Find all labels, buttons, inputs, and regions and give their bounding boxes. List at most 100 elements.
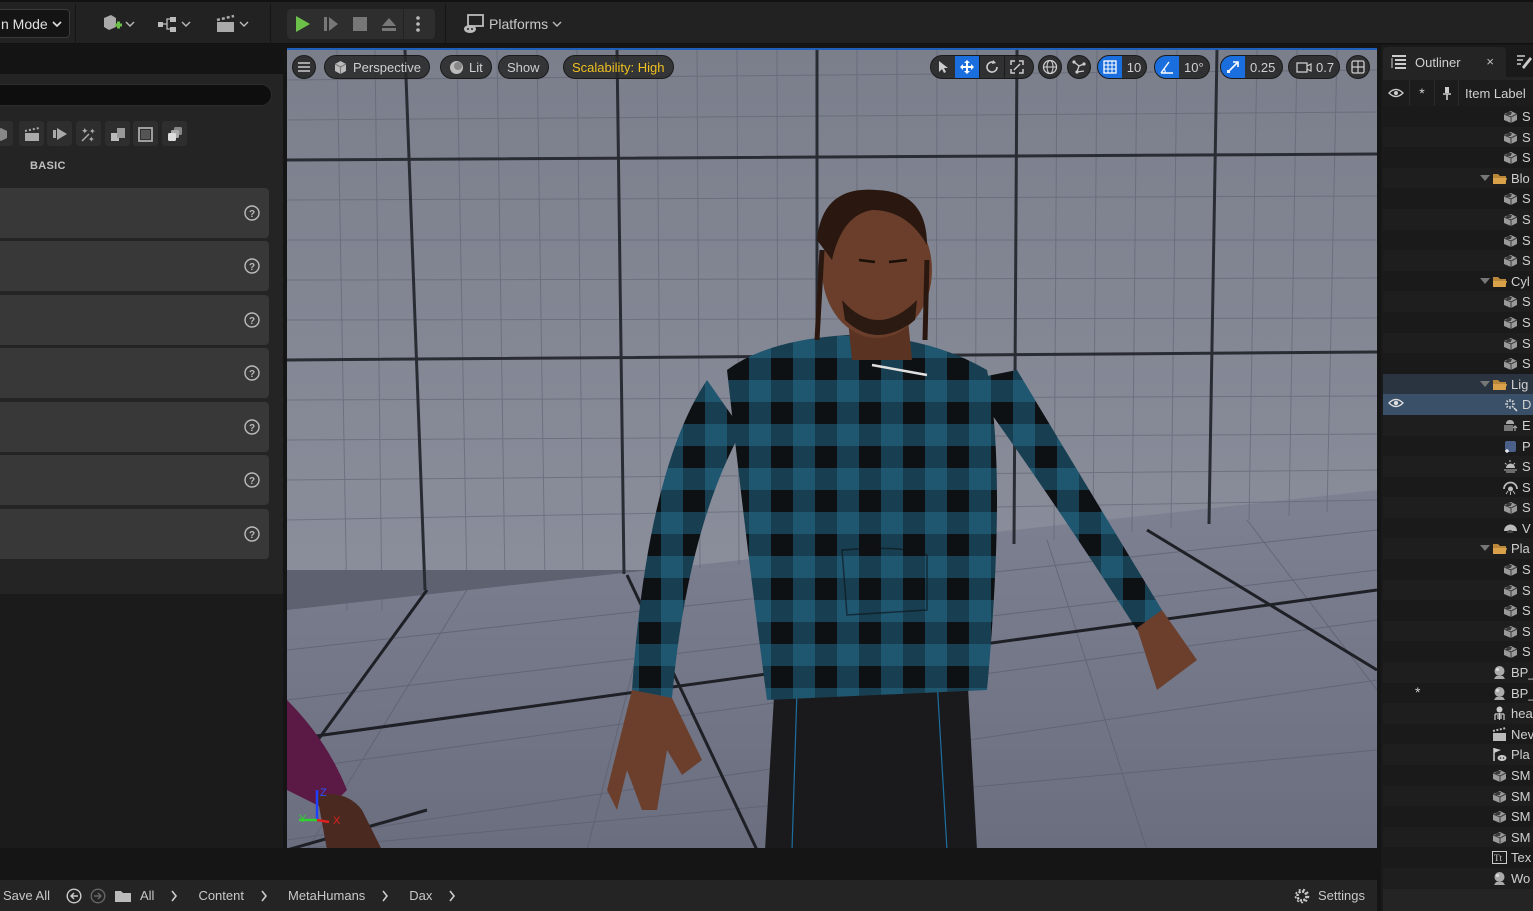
help-icon[interactable]: ?	[244, 526, 260, 542]
rotate-tool-button[interactable]	[979, 56, 1004, 78]
chevron-right-icon[interactable]	[170, 890, 178, 902]
category-geometry[interactable]	[105, 121, 130, 146]
play-button[interactable]	[287, 9, 316, 39]
outliner-folder-row[interactable]: Blo	[1383, 167, 1533, 189]
rotation-snap-value[interactable]: 10°	[1179, 56, 1209, 78]
outliner-tab[interactable]: Outliner ×	[1383, 47, 1506, 77]
translate-tool-button[interactable]	[955, 56, 979, 78]
folder-icon[interactable]	[114, 889, 132, 903]
stop-button[interactable]	[345, 9, 374, 39]
world-local-toggle[interactable]	[1038, 55, 1062, 79]
category-shapes[interactable]	[0, 121, 13, 146]
search-input[interactable]	[0, 84, 272, 106]
outliner-row[interactable]: S	[1383, 126, 1533, 148]
pinned-column[interactable]	[1435, 80, 1459, 106]
outliner-row[interactable]: SM	[1383, 826, 1533, 848]
outliner-row[interactable]: S	[1383, 291, 1533, 312]
help-icon[interactable]: ?	[244, 312, 260, 328]
outliner-row[interactable]: S	[1383, 250, 1533, 271]
more-options-button[interactable]	[403, 9, 432, 39]
outliner-row[interactable]: Nev	[1383, 723, 1533, 745]
forward-arrow-icon[interactable]	[90, 887, 106, 904]
actor-list-item[interactable]: ?	[0, 188, 269, 238]
outliner-row[interactable]: V	[1383, 517, 1533, 539]
advance-frame-button[interactable]	[316, 9, 345, 39]
surface-snapping-toggle[interactable]	[1067, 55, 1091, 79]
outliner-row[interactable]: S	[1383, 456, 1533, 477]
outliner-row[interactable]: Tt Tex	[1383, 847, 1533, 868]
outliner-row[interactable]: SM	[1383, 806, 1533, 827]
outliner-row[interactable]: S	[1383, 208, 1533, 230]
grid-snap-value[interactable]: 10	[1122, 56, 1146, 78]
breadcrumb-item[interactable]: All	[140, 888, 154, 903]
category-all-classes[interactable]	[162, 121, 187, 146]
outliner-row[interactable]: hea	[1383, 703, 1533, 724]
outliner-row[interactable]: S	[1383, 188, 1533, 209]
breadcrumb-item[interactable]: MetaHumans	[288, 888, 365, 903]
outliner-row[interactable]: S	[1383, 476, 1533, 498]
outliner-row[interactable]: E	[1383, 414, 1533, 436]
expand-arrow-icon[interactable]	[1480, 277, 1490, 284]
outliner-row[interactable]: S	[1383, 353, 1533, 374]
outliner-row[interactable]: Wo	[1383, 867, 1533, 889]
mode-dropdown[interactable]: n Mode	[0, 9, 70, 38]
actor-list-item[interactable]: ?	[0, 241, 269, 291]
outliner-row[interactable]: S	[1383, 311, 1533, 333]
outliner-row[interactable]: D	[1383, 394, 1533, 415]
help-icon[interactable]: ?	[244, 419, 260, 435]
outliner-row[interactable]: S	[1383, 106, 1533, 127]
category-volumes[interactable]	[133, 121, 158, 146]
scalability-button[interactable]: Scalability: High	[563, 55, 674, 79]
camera-speed-control[interactable]: 0.7	[1288, 55, 1340, 79]
save-all-button[interactable]: Save All	[3, 888, 50, 903]
cinematics-button[interactable]	[215, 10, 249, 38]
show-dropdown[interactable]: Show	[498, 55, 549, 79]
category-cinematic[interactable]	[19, 121, 44, 146]
outliner-folder-row[interactable]: Pla	[1383, 538, 1533, 560]
actor-list-item[interactable]: ?	[0, 348, 269, 398]
actor-list-item[interactable]: ?	[0, 509, 269, 559]
help-icon[interactable]: ?	[244, 472, 260, 488]
outliner-folder-row[interactable]: Cyl	[1383, 270, 1533, 292]
perspective-dropdown[interactable]: Perspective	[324, 55, 430, 79]
category-particles[interactable]: ✦ ✦ ✦	[76, 121, 101, 146]
scale-snap-toggle[interactable]	[1221, 56, 1245, 78]
eye-icon[interactable]	[1388, 397, 1404, 409]
expand-arrow-icon[interactable]	[1480, 545, 1490, 552]
chevron-right-icon[interactable]	[260, 890, 268, 902]
blueprints-button[interactable]	[157, 10, 191, 38]
outliner-row[interactable]: Pla	[1383, 744, 1533, 765]
expand-arrow-icon[interactable]	[1480, 174, 1490, 181]
actor-list-item[interactable]: ?	[0, 402, 269, 452]
help-icon[interactable]: ?	[244, 365, 260, 381]
grid-snap-toggle[interactable]	[1098, 56, 1122, 78]
scale-tool-button[interactable]	[1004, 56, 1029, 78]
outliner-row[interactable]: BP_	[1383, 662, 1533, 683]
outliner-row[interactable]: * BP_	[1383, 682, 1533, 704]
viewport-layout-button[interactable]	[1346, 55, 1370, 79]
outliner-row[interactable]: SM	[1383, 785, 1533, 807]
outliner-folder-row[interactable]: Lig	[1383, 373, 1533, 395]
eject-button[interactable]	[374, 9, 403, 39]
outliner-row[interactable]: S	[1383, 147, 1533, 168]
viewport-options-button[interactable]	[292, 55, 316, 79]
outliner-row[interactable]: S	[1383, 559, 1533, 580]
outliner-row[interactable]: SM	[1383, 765, 1533, 786]
breadcrumb-item[interactable]: Dax	[409, 888, 432, 903]
chevron-right-icon[interactable]	[381, 890, 389, 902]
actor-list-item[interactable]: ?	[0, 455, 269, 505]
back-arrow-icon[interactable]	[66, 887, 82, 904]
starred-column[interactable]: *	[1410, 80, 1435, 106]
close-tab-button[interactable]: ×	[1486, 54, 1494, 69]
outliner-row[interactable]: S	[1383, 641, 1533, 663]
outliner-row[interactable]: S	[1383, 497, 1533, 518]
outliner-row[interactable]: S	[1383, 600, 1533, 621]
add-content-button[interactable]	[101, 10, 135, 38]
platforms-dropdown[interactable]: Platforms	[463, 10, 562, 38]
settings-button[interactable]: Settings	[1294, 888, 1365, 904]
rotation-snap-toggle[interactable]	[1155, 56, 1179, 78]
expand-arrow-icon[interactable]	[1480, 380, 1490, 387]
help-icon[interactable]: ?	[244, 258, 260, 274]
starred-icon[interactable]: *	[1415, 684, 1420, 700]
visibility-column[interactable]	[1383, 80, 1410, 106]
